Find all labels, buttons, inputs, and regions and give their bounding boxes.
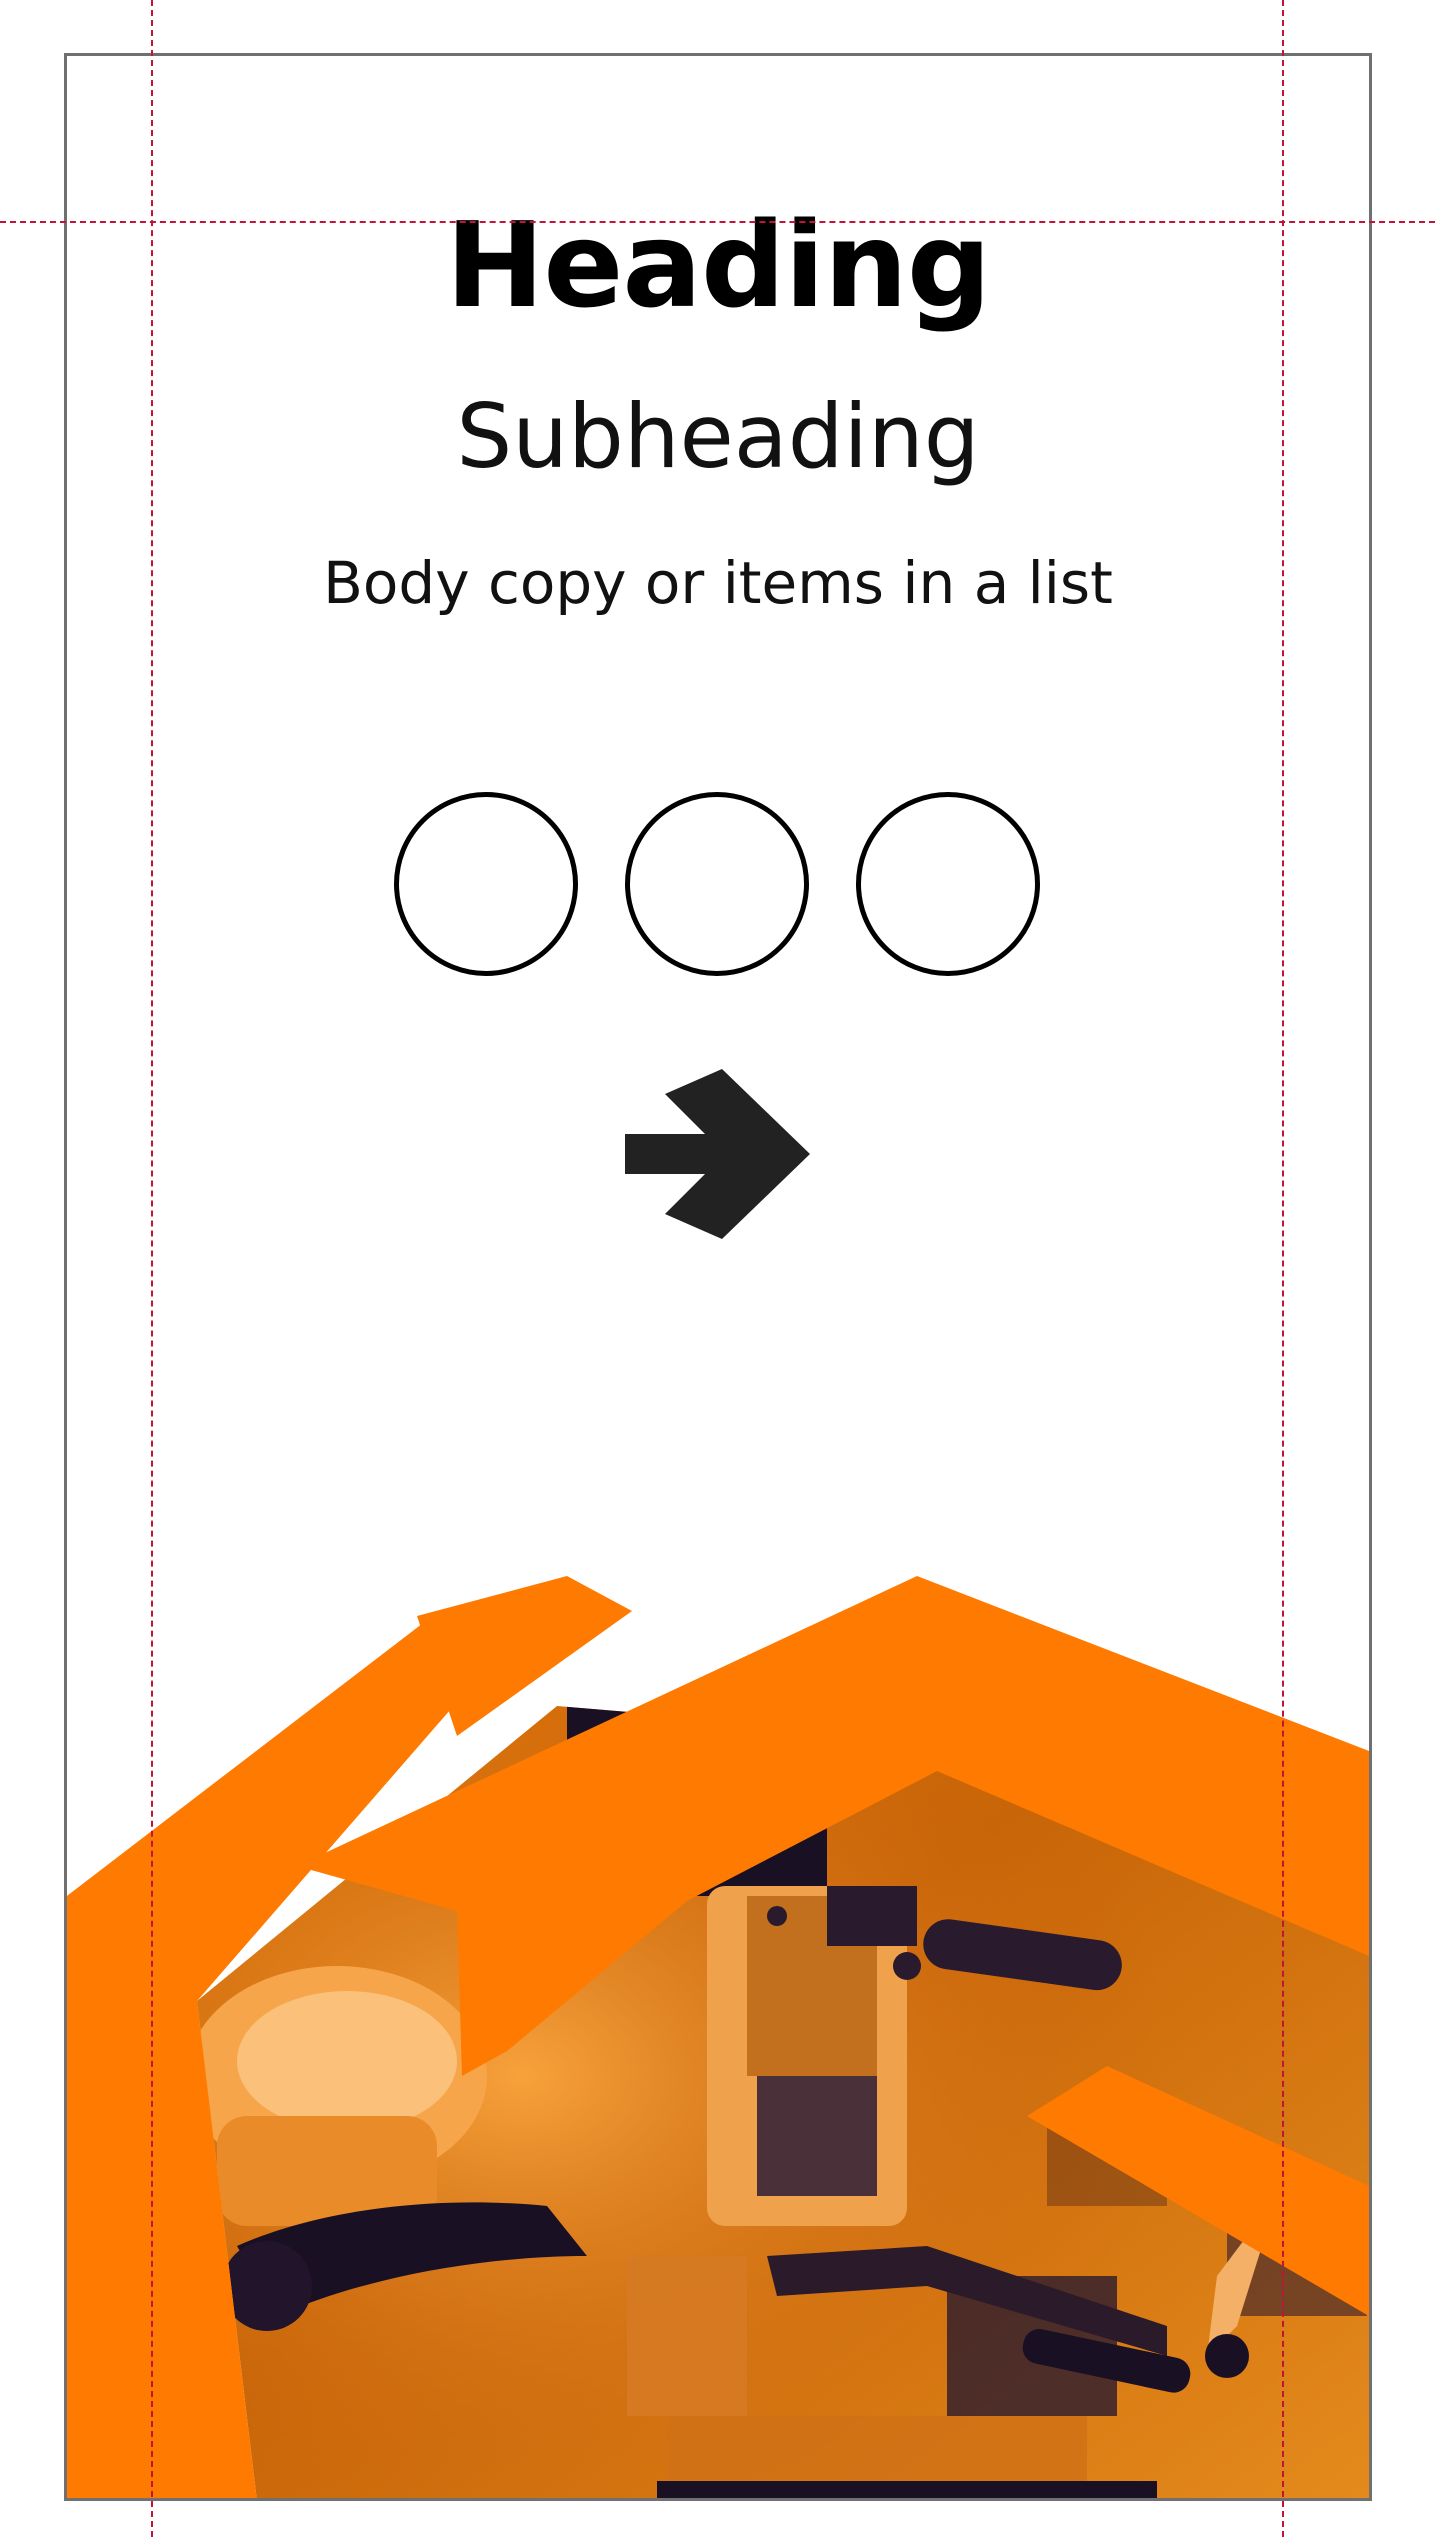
page-subheading: Subheading: [456, 385, 980, 488]
guide-line-top: [0, 221, 1435, 223]
guide-line-left: [151, 0, 153, 2537]
circle-placeholder-icon: [625, 792, 809, 976]
circle-placeholder-icon: [394, 792, 578, 976]
body-copy: Body copy or items in a list: [323, 549, 1113, 617]
guide-line-right: [1282, 0, 1284, 2537]
robotic-arm-photo: [67, 1576, 1369, 2498]
page-heading: Heading: [445, 196, 992, 334]
arrow-right-icon[interactable]: [625, 1069, 810, 1239]
artboard-frame: Heading Subheading Body copy or items in…: [64, 53, 1372, 2501]
circle-placeholder-icon: [856, 792, 1040, 976]
